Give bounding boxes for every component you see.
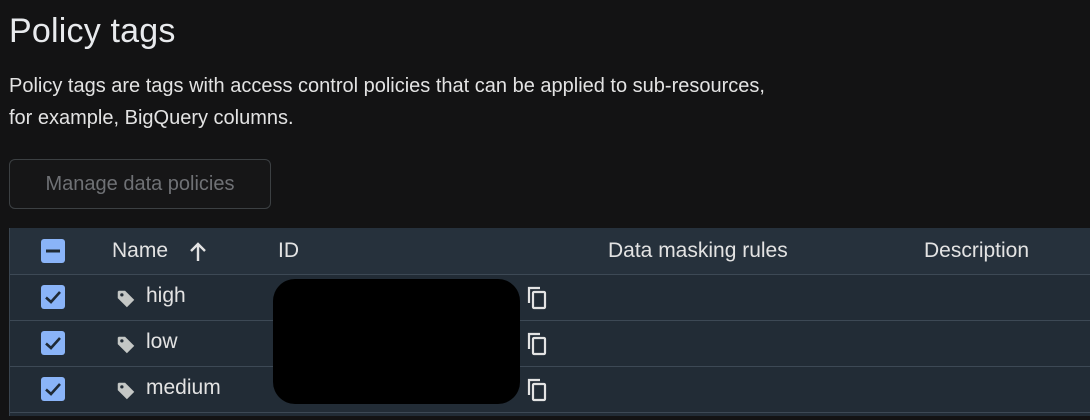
table-row: high <box>10 274 1090 321</box>
tag-name[interactable]: low <box>146 330 178 354</box>
select-all-checkbox[interactable] <box>41 239 65 263</box>
column-header-name[interactable]: Name <box>112 239 168 263</box>
checkbox-checked-icon <box>45 291 61 304</box>
checkbox-checked-icon <box>45 383 61 396</box>
column-header-description: Description <box>924 239 1030 262</box>
select-all-indeterminate-icon <box>46 249 60 253</box>
tag-icon <box>117 290 135 308</box>
row-checkbox[interactable] <box>41 331 65 355</box>
column-header-id: ID <box>278 239 299 262</box>
tag-name[interactable]: medium <box>146 376 221 400</box>
row-checkbox[interactable] <box>41 377 65 401</box>
row-checkbox[interactable] <box>41 285 65 309</box>
table-row: low <box>10 320 1090 367</box>
copy-icon[interactable] <box>525 331 549 357</box>
arrow-up-sort-icon[interactable] <box>186 240 210 264</box>
redacted-id-block <box>273 279 520 404</box>
table-header: Name ID Data masking rules Description <box>10 228 1090 275</box>
tag-icon <box>117 382 135 400</box>
manage-data-policies-button[interactable]: Manage data policies <box>9 159 271 209</box>
table-row: medium <box>10 366 1090 413</box>
page-description: Policy tags are tags with access control… <box>9 75 765 129</box>
tag-icon <box>117 336 135 354</box>
tag-name[interactable]: high <box>146 284 186 308</box>
page-title: Policy tags <box>9 12 176 50</box>
copy-icon[interactable] <box>525 285 549 311</box>
column-header-masking: Data masking rules <box>608 239 788 262</box>
checkbox-checked-icon <box>45 337 61 350</box>
copy-icon[interactable] <box>525 377 549 403</box>
policy-tags-table: Name ID Data masking rules Description h… <box>9 228 1090 416</box>
